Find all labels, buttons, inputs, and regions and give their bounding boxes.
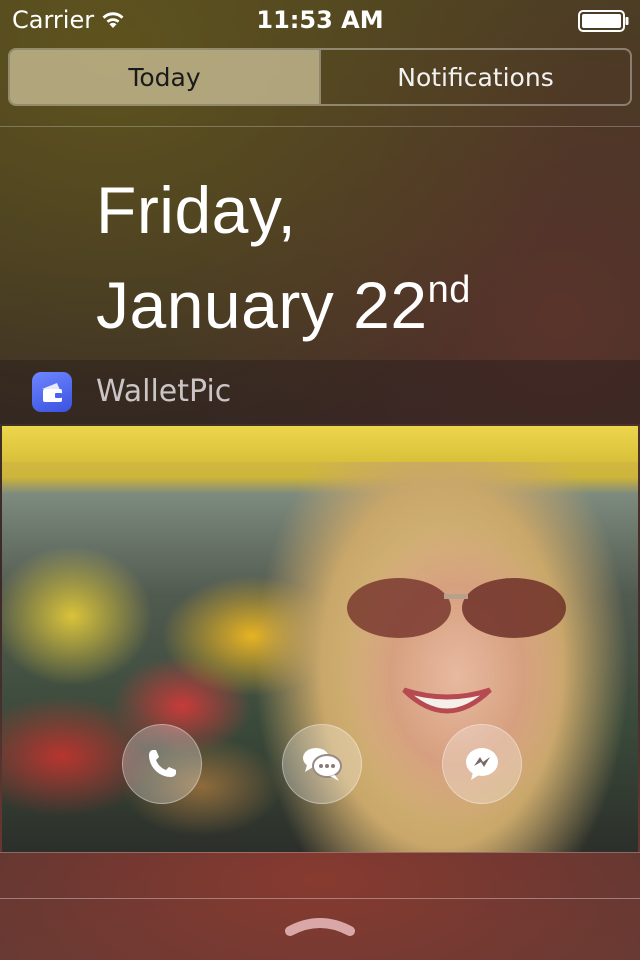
date-month-day-line: January 22nd: [96, 250, 471, 345]
footer-divider-lower: [0, 898, 640, 899]
date-ordinal-suffix: nd: [427, 269, 471, 311]
tab-today[interactable]: Today: [10, 50, 319, 104]
tab-notifications[interactable]: Notifications: [319, 50, 630, 104]
date-month-day: January 22: [96, 268, 428, 342]
message-button[interactable]: [282, 724, 362, 804]
today-notifications-segmented-control: Today Notifications: [8, 48, 632, 106]
widget-app-name: WalletPic: [96, 374, 232, 409]
chat-bubbles-icon: [303, 748, 342, 781]
footer-divider: [0, 852, 640, 853]
header-divider: [0, 126, 640, 127]
close-handle-icon[interactable]: [284, 917, 356, 939]
photo-background-awning: [2, 426, 638, 462]
call-button[interactable]: [122, 724, 202, 804]
messenger-button[interactable]: [442, 724, 522, 804]
messenger-icon: [466, 748, 498, 780]
photo-smile: [402, 687, 492, 714]
photo-sunglasses: [347, 578, 566, 638]
date-weekday: Friday,: [96, 173, 297, 247]
status-time: 11:53 AM: [256, 6, 384, 34]
widget-header[interactable]: WalletPic: [0, 360, 640, 424]
phone-icon: [149, 750, 176, 777]
battery-full-icon: [578, 10, 629, 32]
today-date: Friday, January 22nd: [96, 170, 471, 345]
contact-photo[interactable]: [2, 426, 638, 852]
wallet-icon: [32, 372, 72, 412]
status-bar: Carrier 11:53 AM: [0, 0, 640, 40]
